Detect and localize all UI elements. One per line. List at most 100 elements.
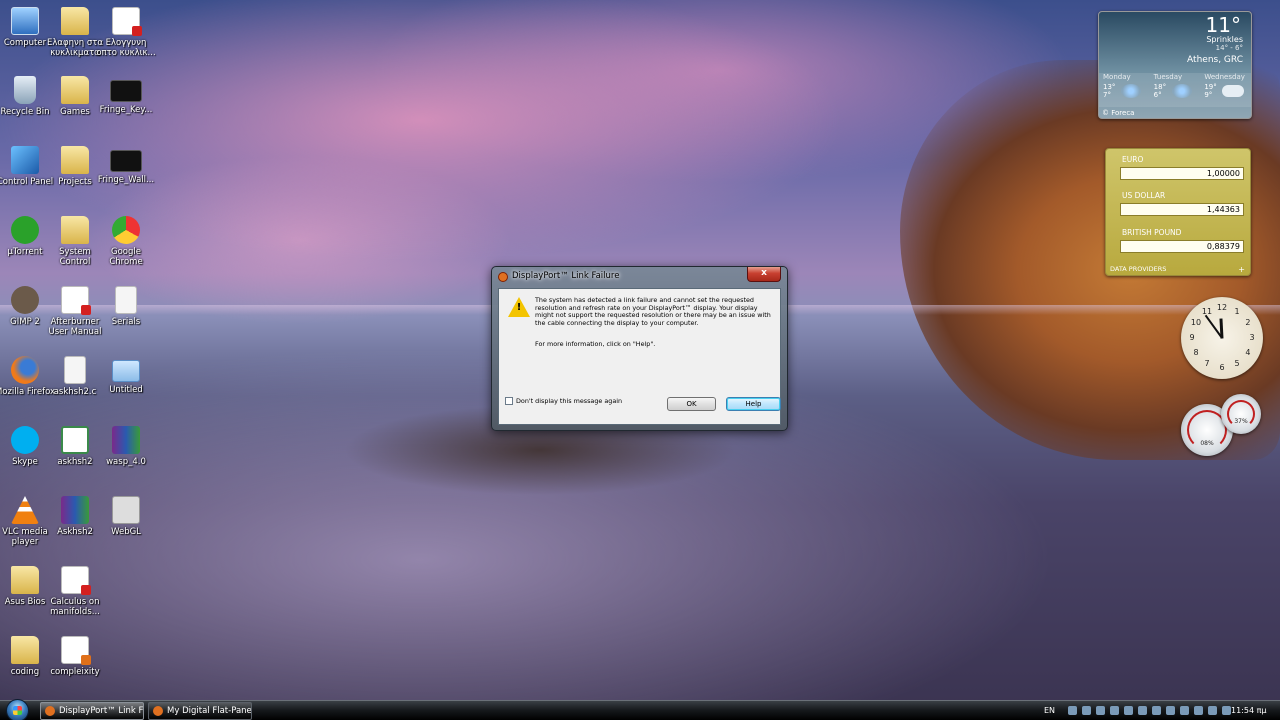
rar-icon <box>61 496 89 524</box>
dialog-title: DisplayPort™ Link Failure <box>512 271 620 281</box>
weather-hilo: 14° - 6° <box>1215 44 1243 52</box>
dark-icon <box>110 150 142 172</box>
ram-meter-label: 37% <box>1234 418 1248 425</box>
file-icon <box>64 356 86 384</box>
clock-number: 9 <box>1189 333 1195 342</box>
desktop-icon[interactable]: WebGL <box>94 494 158 537</box>
taskbar-item-displayport[interactable]: DisplayPort™ Link Fa... <box>40 702 144 720</box>
desktop-icon-label: wasp_4.0 <box>106 457 146 467</box>
file-icon <box>115 286 137 314</box>
dialog-message: The system has detected a link failure a… <box>535 296 771 327</box>
utorrent-tray-icon[interactable] <box>1110 706 1119 715</box>
desktop-icon[interactable]: compleixity <box>43 634 107 677</box>
pdf-icon <box>61 286 91 315</box>
currency-gadget[interactable]: EURO 1,00000 US DOLLAR 1,44363 BRITISH P… <box>1105 148 1251 276</box>
displayport-failure-dialog: DisplayPort™ Link Failure x ! The system… <box>491 266 788 431</box>
dont-display-label[interactable]: Don't display this message again <box>516 397 622 405</box>
dialog-titlebar[interactable]: DisplayPort™ Link Failure x <box>492 267 787 287</box>
currency-name[interactable]: EURO <box>1114 155 1244 164</box>
weather-source[interactable]: © Foreca <box>1102 109 1134 117</box>
ok-button[interactable]: OK <box>667 397 716 411</box>
currency-row[interactable]: BRITISH POUND 0,88379 <box>1114 228 1244 253</box>
amd-app-icon <box>153 706 163 716</box>
clock-time[interactable]: 11:54 πμ <box>1231 701 1267 720</box>
desktop-icon-label: Google Chrome <box>109 247 143 267</box>
desktop-icon-label: Fringe_Key... <box>99 105 153 115</box>
help-button[interactable]: Help <box>726 397 781 411</box>
add-currency-button[interactable]: + <box>1238 265 1245 274</box>
amd-tray-icon[interactable] <box>1124 706 1133 715</box>
bluetooth-icon[interactable] <box>1068 706 1077 715</box>
data-providers-link[interactable]: DATA PROVIDERS <box>1110 265 1166 273</box>
desktop-icon[interactable]: Serials <box>94 284 158 327</box>
forecast-day: Wednesday 19° 9° <box>1200 73 1251 107</box>
webgl-icon <box>112 496 140 524</box>
desktop-icon[interactable]: Ελογγυνη οπτο κυκλικ... <box>94 5 158 58</box>
weather-condition: Sprinkles <box>1206 35 1243 44</box>
network-icon[interactable] <box>1082 706 1091 715</box>
clock-number: 3 <box>1249 333 1255 342</box>
clock-gadget[interactable]: 12 1 2 3 4 5 6 7 8 9 10 11 <box>1181 297 1263 379</box>
desktop-icon[interactable]: Untitled <box>94 354 158 395</box>
dark-icon <box>110 80 142 102</box>
power-icon[interactable] <box>1222 706 1231 715</box>
forecast-day: Monday 13° 7° <box>1099 73 1150 107</box>
currency-name[interactable]: US DOLLAR <box>1114 191 1244 200</box>
folder-icon <box>61 7 89 35</box>
cpu-meter-label: 08% <box>1200 440 1214 447</box>
dont-display-again[interactable]: Don't display this message again <box>505 397 622 405</box>
folder-icon <box>61 76 89 104</box>
tray-icons <box>1068 706 1231 715</box>
desktop-icon-label: compleixity <box>50 667 100 677</box>
start-button[interactable] <box>6 699 29 720</box>
gpu-tray-icon[interactable] <box>1152 706 1161 715</box>
taskbar: DisplayPort™ Link Fa... My Digital Flat-… <box>0 699 1280 720</box>
weather-temp: 11° <box>1205 13 1241 37</box>
skype-icon <box>11 426 39 454</box>
desktop-icon[interactable]: Fringe_Wall... <box>94 144 158 185</box>
pdf-icon <box>61 566 91 595</box>
update-icon[interactable] <box>1166 706 1175 715</box>
window-icon <box>112 360 140 382</box>
forecast-day-name: Wednesday <box>1204 73 1245 81</box>
clock-number: 2 <box>1245 318 1251 327</box>
volume-icon[interactable] <box>1208 706 1217 715</box>
currency-value[interactable]: 1,44363 <box>1120 203 1244 216</box>
clock-number: 12 <box>1216 303 1228 312</box>
taskbar-item-flat-panel[interactable]: My Digital Flat-Panel... <box>148 702 252 720</box>
clock-number: 4 <box>1245 348 1251 357</box>
desktop-icon[interactable]: wasp_4.0 <box>94 424 158 467</box>
usb-icon[interactable] <box>1138 706 1147 715</box>
ram-meter-gadget[interactable]: 37% <box>1221 394 1261 434</box>
gimp-icon <box>11 286 39 314</box>
desktop-icon[interactable]: Google Chrome <box>94 214 158 267</box>
flag-icon[interactable] <box>1194 706 1203 715</box>
desktop-icon[interactable]: Calculus on manifolds... <box>43 564 107 617</box>
currency-row[interactable]: EURO 1,00000 <box>1114 155 1244 180</box>
currency-value[interactable]: 0,88379 <box>1120 240 1244 253</box>
desktop-icon[interactable]: Fringe_Key... <box>94 74 158 115</box>
skype-tray-icon[interactable] <box>1096 706 1105 715</box>
language-indicator[interactable]: EN <box>1044 701 1055 720</box>
cp-icon <box>11 146 39 174</box>
close-button[interactable]: x <box>747 267 781 282</box>
currency-value[interactable]: 1,00000 <box>1120 167 1244 180</box>
currency-name[interactable]: BRITISH POUND <box>1114 228 1244 237</box>
rain-icon <box>1121 84 1141 98</box>
ppt-icon <box>61 636 91 665</box>
clock-number: 11 <box>1201 307 1213 317</box>
weather-gadget[interactable]: 11° Sprinkles 14° - 6° Athens, GRC Monda… <box>1098 11 1252 119</box>
monitor-icon[interactable] <box>1180 706 1189 715</box>
desktop-icon-label: Serials <box>111 317 141 327</box>
desktop-icon-label: WebGL <box>111 527 141 537</box>
clock-number: 5 <box>1234 358 1240 368</box>
dont-display-checkbox[interactable] <box>505 397 513 405</box>
weather-forecast: Monday 13° 7° Tuesday 18° 6° Wednesday 1… <box>1099 73 1251 107</box>
desktop-icon-label: Ελογγυνη οπτο κυκλικ... <box>96 38 156 58</box>
currency-row[interactable]: US DOLLAR 1,44363 <box>1114 191 1244 216</box>
folder-icon <box>11 636 39 664</box>
clock-number: 10 <box>1190 318 1202 327</box>
clock-number: 1 <box>1234 307 1240 317</box>
ut-icon <box>11 216 39 244</box>
desktop-icon-label: Fringe_Wall... <box>97 175 155 185</box>
